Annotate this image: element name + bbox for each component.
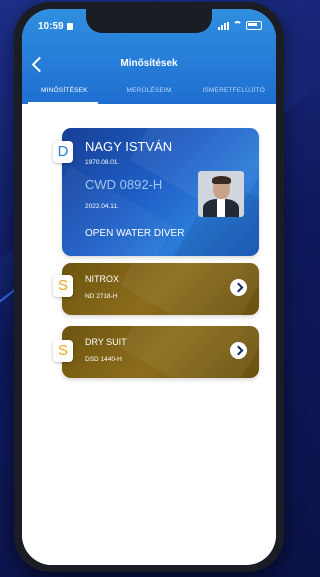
- status-time: 10:59: [38, 21, 73, 32]
- badge-d: D: [53, 141, 73, 163]
- tab-ismeretfelujito[interactable]: ISMERETFELÚJÍTÓ: [191, 83, 276, 104]
- certification-title: DRY SUIT: [85, 337, 127, 347]
- page-title: Minősítések: [120, 58, 178, 69]
- certification-code: ND 2718-H: [85, 293, 118, 300]
- birth-date: 1970.08.01.: [85, 159, 120, 166]
- chevron-right-icon[interactable]: [230, 279, 247, 296]
- wifi-icon: [233, 21, 242, 30]
- diver-photo: [198, 171, 244, 217]
- status-icons: [218, 21, 262, 30]
- phone-notch: [86, 9, 212, 33]
- certification-card-nitrox[interactable]: NITROX ND 2718-H: [62, 263, 259, 315]
- badge-s: S: [53, 340, 73, 362]
- phone-frame: 10:59 Minősítések MINŐSÍTÉSEK MERÜLÉSEIM…: [14, 2, 284, 572]
- status-time-text: 10:59: [38, 21, 64, 32]
- tab-meruleseim[interactable]: MERÜLÉSEIM: [107, 83, 192, 104]
- certification-level: OPEN WATER DIVER: [85, 228, 185, 239]
- signal-icon: [218, 21, 229, 30]
- battery-icon: [246, 21, 262, 30]
- certification-id: CWD 0892-H: [85, 177, 163, 192]
- tab-bar: MINŐSÍTÉSEK MERÜLÉSEIM ISMERETFELÚJÍTÓ: [22, 83, 276, 104]
- certification-code: DSD 1440-H: [85, 356, 122, 363]
- chevron-right-icon[interactable]: [230, 342, 247, 359]
- badge-s: S: [53, 275, 73, 297]
- certification-card-drysuit[interactable]: DRY SUIT DSD 1440-H: [62, 326, 259, 378]
- issue-date: 2022.04.11.: [85, 203, 119, 210]
- diver-name: NAGY ISTVÁN: [85, 139, 173, 154]
- phone-screen: 10:59 Minősítések MINŐSÍTÉSEK MERÜLÉSEIM…: [22, 9, 276, 565]
- certification-list: D NAGY ISTVÁN 1970.08.01. CWD 0892-H 202…: [22, 104, 276, 565]
- lock-icon: [66, 23, 73, 30]
- certification-title: NITROX: [85, 274, 120, 284]
- tab-minositesek[interactable]: MINŐSÍTÉSEK: [22, 83, 107, 104]
- certification-card-main[interactable]: NAGY ISTVÁN 1970.08.01. CWD 0892-H 2022.…: [62, 128, 259, 256]
